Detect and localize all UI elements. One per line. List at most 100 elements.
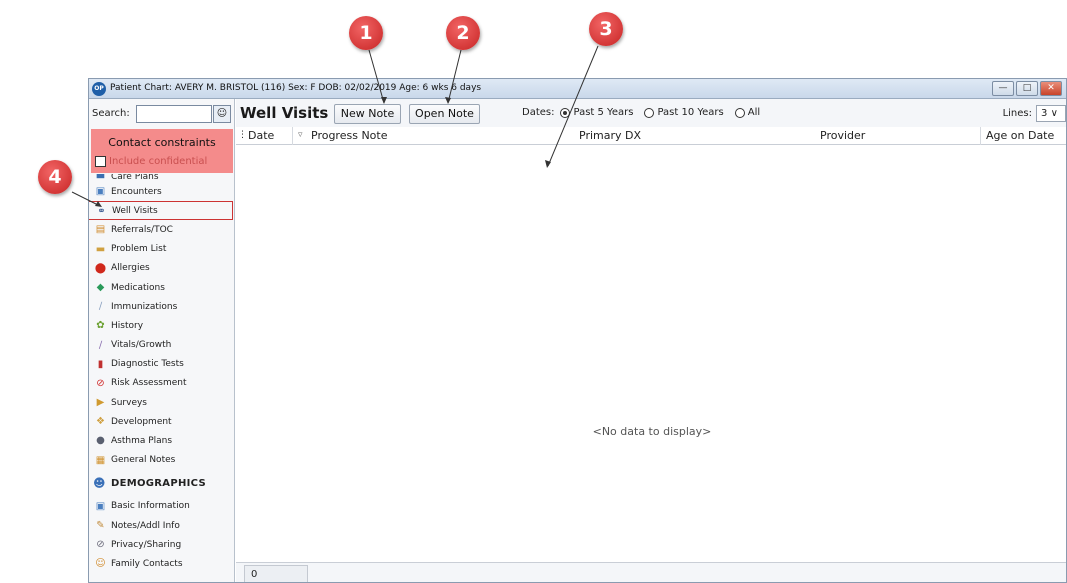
date-option-all[interactable]: All — [734, 107, 760, 118]
chevron-down-icon: ∨ — [1050, 108, 1058, 119]
care-plans-icon: ■ — [95, 174, 106, 180]
sidebar-item-asthma-plans[interactable]: ● Asthma Plans — [89, 431, 235, 450]
row-count: 0 — [244, 565, 308, 582]
risk-icon: ⊘ — [96, 377, 105, 389]
date-option-label: Past 10 Years — [657, 107, 724, 118]
sidebar-item-label: Medications — [111, 282, 165, 293]
sidebar-item-vitals[interactable]: ∕ Vitals/Growth — [89, 336, 235, 355]
all-radio[interactable] — [734, 107, 745, 118]
sidebar-item-problem-list[interactable]: ▬ Problem List — [89, 240, 235, 259]
page-title: Well Visits — [240, 104, 329, 122]
demographics-heading-label: DEMOGRAPHICS — [111, 477, 206, 489]
lines-control: Lines: 3 ∨ — [1003, 105, 1066, 122]
sidebar-item-label: Encounters — [111, 186, 162, 197]
sidebar-item-label: History — [111, 320, 144, 331]
sidebar-item-risk-assessment[interactable]: ⊘ Risk Assessment — [89, 374, 235, 393]
sidebar-item-basic-information[interactable]: ▣ Basic Information — [89, 497, 235, 516]
test-tubes-icon: ▮ — [97, 358, 104, 370]
column-progress-note[interactable]: Progress Note — [311, 129, 387, 142]
column-provider[interactable]: Provider — [820, 129, 865, 142]
column-primary-dx[interactable]: Primary DX — [579, 129, 641, 142]
stethoscope-icon: ⚭ — [97, 206, 106, 218]
sort-filter-icon[interactable]: ▿ — [298, 130, 303, 140]
sidebar-item-label: Immunizations — [111, 301, 178, 312]
column-date[interactable]: Date — [248, 129, 274, 142]
minimize-button[interactable]: — — [992, 81, 1014, 96]
contact-constraints-label: Contact constraints — [108, 136, 216, 149]
chart-nav: ■ Care Plans ▣ Encounters ⚭ Well Visits … — [89, 174, 235, 574]
callout-2: 2 — [446, 16, 480, 50]
grid-footer: 0 — [236, 562, 1066, 582]
include-confidential-row[interactable]: Include confidential — [95, 156, 207, 167]
sidebar-item-label: Allergies — [111, 263, 150, 274]
dates-filter: Dates: Past 5 Years Past 10 Years All — [522, 107, 768, 118]
sidebar-item-immunizations[interactable]: ∕ Immunizations — [89, 297, 235, 316]
sidebar-item-allergies[interactable]: ⬤ Allergies — [89, 259, 235, 278]
column-chooser-icon[interactable]: ⋮ — [238, 130, 247, 140]
sidebar-item-encounters[interactable]: ▣ Encounters — [89, 182, 235, 201]
sidebar-item-well-visits[interactable]: ⚭ Well Visits — [89, 201, 233, 221]
sidebar-item-privacy-sharing[interactable]: ⊘ Privacy/Sharing — [89, 535, 235, 554]
sidebar-item-label: Referrals/TOC — [111, 224, 173, 235]
allergies-icon: ⬤ — [94, 262, 107, 274]
search-input[interactable] — [136, 105, 212, 123]
include-confidential-checkbox[interactable] — [95, 156, 106, 167]
screenshot-stage: OP Patient Chart: AVERY M. BRISTOL (116)… — [0, 0, 1067, 583]
new-note-button[interactable]: New Note — [334, 104, 401, 124]
sidebar-item-family-contacts[interactable]: ☺ Family Contacts — [89, 554, 235, 573]
sidebar-item-label: Notes/Addl Info — [111, 520, 180, 531]
family-icon: ☺ — [95, 558, 106, 570]
title-bar[interactable]: OP Patient Chart: AVERY M. BRISTOL (116)… — [89, 79, 1066, 99]
sidebar-item-notes-addl-info[interactable]: ✎ Notes/Addl Info — [89, 516, 235, 535]
well-visits-panel: Well Visits New Note Open Note Dates: Pa… — [236, 99, 1066, 582]
window-title: Patient Chart: AVERY M. BRISTOL (116) Se… — [110, 83, 482, 93]
sidebar-item-development[interactable]: ❖ Development — [89, 412, 235, 431]
encounters-icon: ▣ — [95, 186, 106, 197]
problem-list-icon: ▬ — [95, 243, 106, 255]
close-button[interactable]: ✕ — [1040, 81, 1062, 96]
lines-label: Lines: — [1002, 108, 1032, 119]
sidebar-item-label: Vitals/Growth — [111, 340, 172, 351]
sidebar-item-referrals[interactable]: ▤ Referrals/TOC — [89, 220, 235, 239]
privacy-icon: ⊘ — [96, 539, 105, 551]
sidebar-item-label: Well Visits — [112, 205, 158, 216]
search-label: Search: — [92, 108, 130, 119]
dates-label: Dates: — [522, 107, 555, 118]
search-row: Search: ☺ — [92, 105, 232, 123]
demographics-heading[interactable]: ☻ DEMOGRAPHICS — [89, 470, 235, 497]
sidebar-item-care-plans[interactable]: ■ Care Plans — [89, 174, 235, 182]
lines-value: 3 — [1041, 108, 1048, 119]
sidebar-item-label: Basic Information — [111, 501, 190, 512]
date-option-past-10-years[interactable]: Past 10 Years — [644, 107, 724, 118]
sidebar-item-diagnostic-tests[interactable]: ▮ Diagnostic Tests — [89, 355, 235, 374]
sidebar-item-label: Diagnostic Tests — [111, 359, 184, 370]
app-logo-icon: OP — [92, 82, 106, 96]
column-separator — [292, 127, 293, 145]
maximize-button[interactable]: □ — [1016, 81, 1038, 96]
past-5-years-radio[interactable] — [560, 107, 571, 118]
development-icon: ❖ — [96, 416, 105, 428]
sidebar-item-history[interactable]: ✿ History — [89, 316, 235, 335]
general-notes-icon: ▦ — [95, 454, 106, 466]
callout-1: 1 — [349, 16, 383, 50]
sidebar-item-label: Asthma Plans — [111, 436, 173, 447]
date-option-past-5-years[interactable]: Past 5 Years — [560, 107, 633, 118]
lines-select[interactable]: 3 ∨ — [1036, 105, 1066, 122]
callout-3: 3 — [589, 12, 623, 46]
sidebar-item-label: Family Contacts — [111, 558, 183, 569]
sidebar-item-medications[interactable]: ◆ Medications — [89, 278, 235, 297]
sidebar-item-surveys[interactable]: ▶ Surveys — [89, 393, 235, 412]
history-icon: ✿ — [96, 320, 105, 332]
sidebar-item-general-notes[interactable]: ▦ General Notes — [89, 451, 235, 470]
open-note-button[interactable]: Open Note — [409, 104, 480, 124]
notes-icon: ✎ — [96, 520, 105, 531]
column-separator — [980, 127, 981, 145]
syringe-icon: ∕ — [98, 301, 103, 313]
sidebar-item-label: General Notes — [111, 455, 176, 466]
column-age-on-date[interactable]: Age on Date — [986, 129, 1054, 142]
past-10-years-radio[interactable] — [644, 107, 655, 118]
person-search-icon[interactable]: ☺ — [213, 105, 231, 123]
sidebar-item-label: Risk Assessment — [111, 378, 187, 389]
sidebar-item-label: Privacy/Sharing — [111, 539, 182, 550]
sidebar-item-label: Surveys — [111, 397, 147, 408]
